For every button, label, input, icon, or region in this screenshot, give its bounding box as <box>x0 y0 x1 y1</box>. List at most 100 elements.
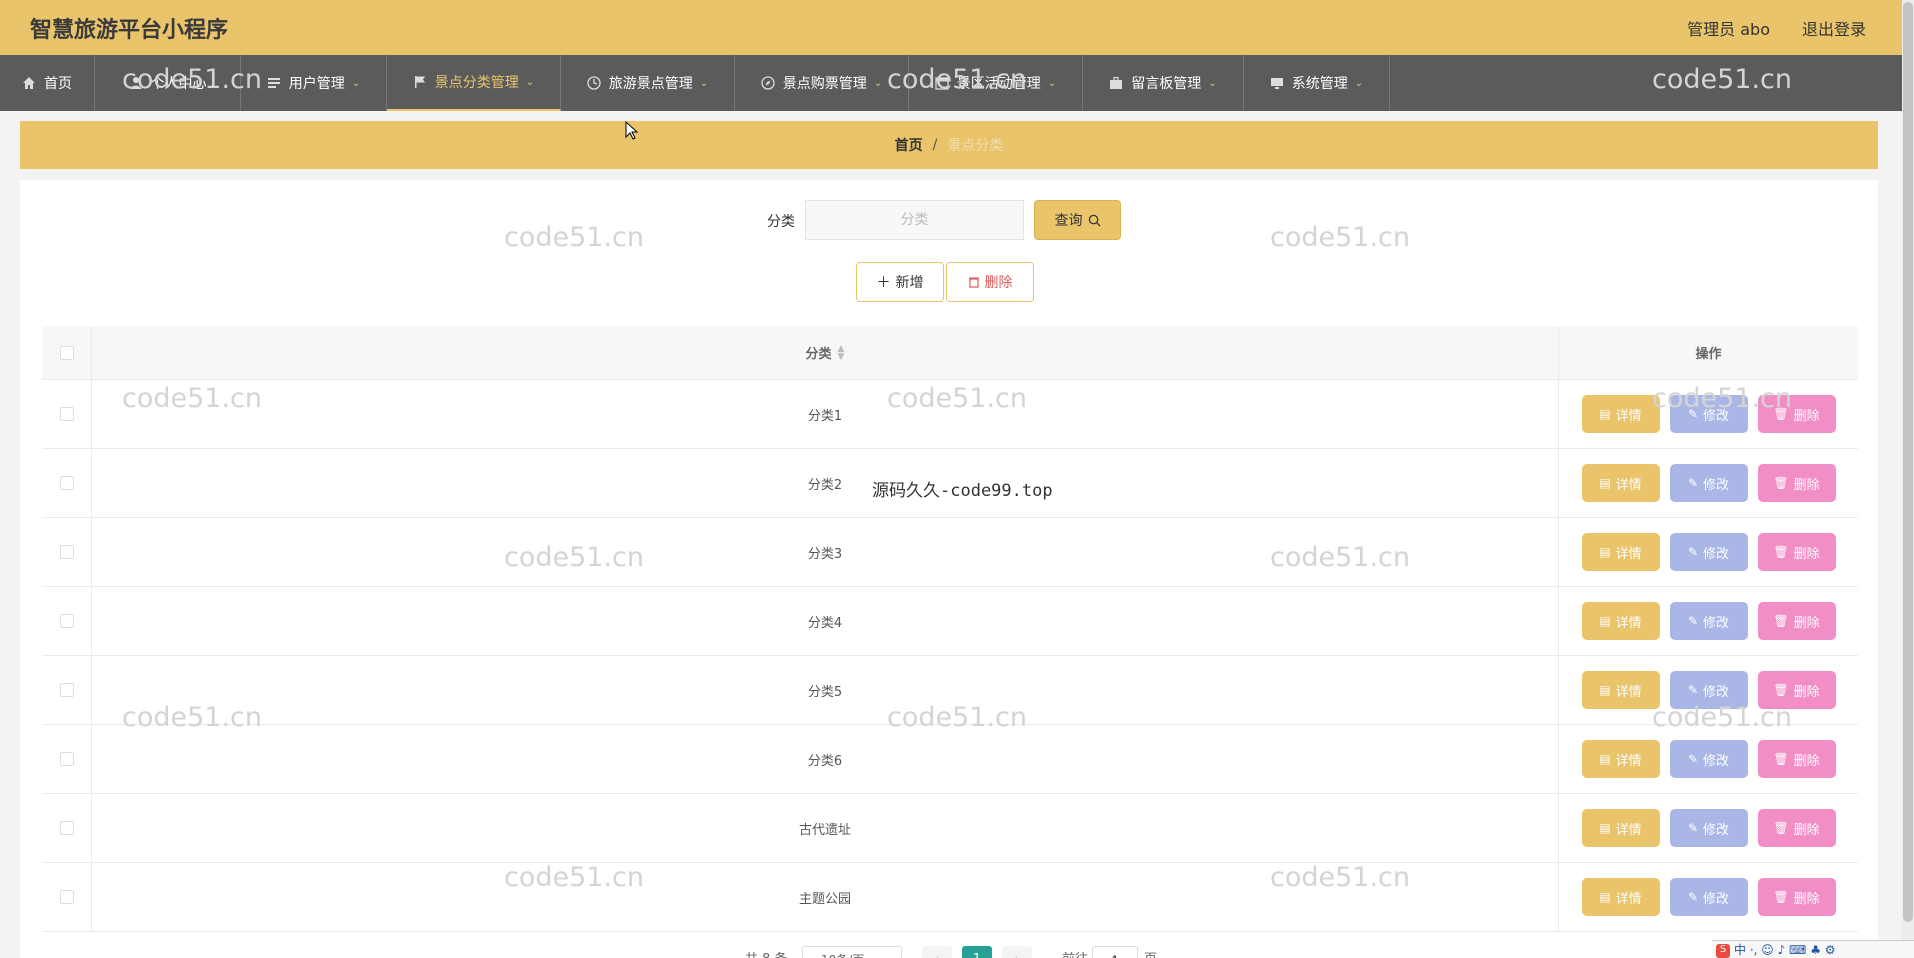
ime-toolbar[interactable]: S 中 ·, ☺ ♪ ⌨ ♣ ⚙ <box>1712 940 1914 958</box>
delete-button[interactable]: 🗑 删除 <box>1757 533 1836 571</box>
delete-button[interactable]: 🗑 删除 <box>1757 602 1836 640</box>
query-button[interactable]: 查询 <box>1034 200 1121 240</box>
table-row: 分类4 ▤ 详情 ✎ 修改 🗑 删除 <box>42 587 1858 656</box>
row-checkbox[interactable] <box>59 890 74 904</box>
nav-item-users[interactable]: 用户管理 ⌄ <box>241 55 387 111</box>
trash-icon: 🗑 <box>1773 614 1789 628</box>
batch-delete-button[interactable]: 删除 <box>946 262 1034 302</box>
edit-icon: ✎ <box>1687 821 1699 835</box>
edit-button[interactable]: ✎ 修改 <box>1669 533 1748 571</box>
add-button[interactable]: ＋ 新增 <box>856 262 944 302</box>
edit-button[interactable]: ✎ 修改 <box>1669 809 1748 847</box>
category-search-input[interactable] <box>805 200 1024 240</box>
operations-cell: ▤ 详情 ✎ 修改 🗑 删除 <box>1558 863 1858 931</box>
detail-label: 详情 <box>1615 477 1642 493</box>
row-check-cell <box>42 863 92 931</box>
edit-button[interactable]: ✎ 修改 <box>1669 395 1748 433</box>
delete-button[interactable]: 🗑 删除 <box>1757 809 1836 847</box>
nav-item-system[interactable]: 系统管理 ⌄ <box>1244 55 1390 111</box>
nav-item-label: 留言板管理 <box>1131 76 1202 92</box>
edit-button[interactable]: ✎ 修改 <box>1669 602 1748 640</box>
document-icon: ▤ <box>1599 614 1611 628</box>
nav-item-tickets[interactable]: 景点购票管理 ⌄ <box>735 55 909 111</box>
edit-button[interactable]: ✎ 修改 <box>1669 671 1748 709</box>
detail-button[interactable]: ▤ 详情 <box>1581 740 1660 778</box>
nav-item-scenic-spots[interactable]: 旅游景点管理 ⌄ <box>561 55 735 111</box>
page-size-select[interactable]: 10条/页 <box>802 946 902 958</box>
edit-label: 修改 <box>1703 477 1730 493</box>
search-label: 分类 <box>767 214 795 230</box>
table-row: 分类3 ▤ 详情 ✎ 修改 🗑 删除 <box>42 518 1858 587</box>
detail-button[interactable]: ▤ 详情 <box>1581 671 1660 709</box>
page-scrollbar[interactable] <box>1902 0 1914 958</box>
logout-link[interactable]: 退出登录 <box>1802 16 1866 40</box>
next-page-button[interactable]: › <box>1002 946 1032 958</box>
header-category-label: 分类 <box>805 347 832 362</box>
detail-button[interactable]: ▤ 详情 <box>1581 809 1660 847</box>
delete-button[interactable]: 🗑 删除 <box>1757 878 1836 916</box>
delete-label: 删除 <box>1793 408 1820 424</box>
detail-button[interactable]: ▤ 详情 <box>1581 464 1660 502</box>
delete-button[interactable]: 🗑 删除 <box>1757 671 1836 709</box>
row-checkbox[interactable] <box>59 683 74 697</box>
detail-label: 详情 <box>1615 615 1642 631</box>
operations-cell: ▤ 详情 ✎ 修改 🗑 删除 <box>1558 449 1858 517</box>
nav-item-label: 景点购票管理 <box>782 76 867 92</box>
nav-item-profile[interactable]: 个人中心 <box>95 55 241 111</box>
nav-item-activities[interactable]: 景区活动管理 ⌄ <box>909 55 1083 111</box>
delete-label: 删除 <box>1793 546 1820 562</box>
table-row: 分类6 ▤ 详情 ✎ 修改 🗑 删除 <box>42 725 1858 794</box>
sort-icon[interactable]: ▲ ▼ <box>838 344 845 361</box>
header-category[interactable]: 分类 ▲ ▼ <box>92 326 1558 379</box>
nav-item-home[interactable]: 首页 <box>0 55 95 111</box>
clock-icon <box>587 76 601 90</box>
goto-label: 前往 <box>1062 948 1088 958</box>
trash-icon: 🗑 <box>1773 890 1789 904</box>
category-cell: 分类6 <box>807 753 843 769</box>
edit-button[interactable]: ✎ 修改 <box>1669 464 1748 502</box>
category-cell: 古代遗址 <box>798 822 851 838</box>
top-header: 智慧旅游平台小程序 管理员 abo 退出登录 <box>0 0 1902 55</box>
pagination-total: 共 8 条 <box>745 948 788 958</box>
edit-button[interactable]: ✎ 修改 <box>1669 878 1748 916</box>
compass-icon <box>761 76 775 90</box>
page-number-button[interactable]: 1 <box>962 946 992 958</box>
prev-page-button[interactable]: ‹ <box>922 946 952 958</box>
breadcrumb-home[interactable]: 首页 <box>895 135 923 155</box>
row-checkbox[interactable] <box>59 407 74 421</box>
goto-page-input[interactable] <box>1092 946 1138 958</box>
edit-button[interactable]: ✎ 修改 <box>1669 740 1748 778</box>
detail-button[interactable]: ▤ 详情 <box>1581 533 1660 571</box>
detail-button[interactable]: ▤ 详情 <box>1581 602 1660 640</box>
delete-button[interactable]: 🗑 删除 <box>1757 395 1836 433</box>
category-cell: 分类1 <box>807 408 843 424</box>
edit-label: 修改 <box>1703 891 1730 907</box>
detail-button[interactable]: ▤ 详情 <box>1581 878 1660 916</box>
delete-button[interactable]: 🗑 删除 <box>1757 464 1836 502</box>
header-operations: 操作 <box>1558 326 1858 379</box>
nav-item-messages[interactable]: 留言板管理 ⌄ <box>1083 55 1244 111</box>
row-checkbox[interactable] <box>59 476 74 490</box>
row-check-cell <box>42 725 92 793</box>
document-icon: ▤ <box>1599 476 1611 490</box>
detail-button[interactable]: ▤ 详情 <box>1581 395 1660 433</box>
table-body: 分类1 ▤ 详情 ✎ 修改 🗑 删除 分类2 ▤ 详情 ✎ 修改 🗑 删除 分类3 ▤ 详情 ✎ 修改 🗑 删除 分类4 ▤… <box>42 380 1858 932</box>
briefcase-icon <box>1110 76 1123 89</box>
scrollbar-thumb[interactable] <box>1903 2 1913 922</box>
table-row: 古代遗址 ▤ 详情 ✎ 修改 🗑 删除 <box>42 794 1858 863</box>
detail-label: 详情 <box>1615 684 1642 700</box>
document-icon: ▤ <box>1599 683 1611 697</box>
nav-item-scenic-category[interactable]: 景点分类管理 ⌄ <box>387 55 561 111</box>
delete-button[interactable]: 🗑 删除 <box>1757 740 1836 778</box>
operations-cell: ▤ 详情 ✎ 修改 🗑 删除 <box>1558 794 1858 862</box>
detail-label: 详情 <box>1615 891 1642 907</box>
row-check-cell <box>42 794 92 862</box>
row-checkbox[interactable] <box>59 545 74 559</box>
chevron-down-icon: ⌄ <box>1208 77 1217 89</box>
overlay-watermark-text: 源码久久-code99.top <box>872 481 1053 501</box>
row-checkbox[interactable] <box>59 614 74 628</box>
edit-label: 修改 <box>1703 546 1730 562</box>
row-checkbox[interactable] <box>59 752 74 766</box>
row-checkbox[interactable] <box>59 821 74 835</box>
select-all-checkbox[interactable] <box>59 345 74 360</box>
